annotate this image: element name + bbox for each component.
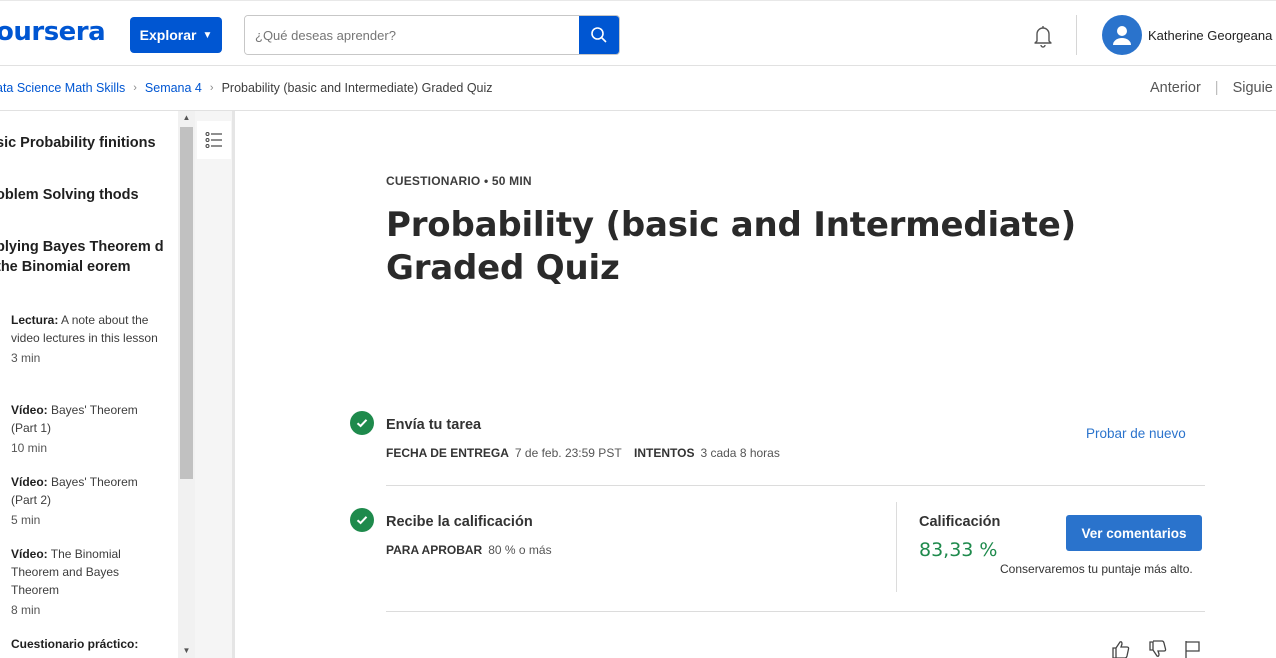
previous-link[interactable]: Anterior (1150, 80, 1201, 96)
check-circle-icon (350, 411, 374, 435)
divider (386, 485, 1205, 486)
scroll-down-arrow-icon[interactable]: ▼ (178, 644, 195, 658)
view-feedback-button[interactable]: Ver comentarios (1066, 515, 1202, 551)
item-type: Vídeo: (11, 547, 48, 561)
sidebar-item[interactable]: Lectura: A note about the video lectures… (11, 311, 161, 367)
item-type: Vídeo: (11, 403, 48, 417)
sidebar-section-title[interactable]: oblem Solving thods (0, 185, 166, 205)
user-icon (1113, 26, 1131, 45)
attempts: INTENTOS 3 cada 8 horas (634, 446, 780, 460)
page-title: Probability (basic and Intermediate) Gra… (386, 205, 1076, 288)
list-icon (205, 132, 222, 148)
prev-next-nav: Anterior | Siguie (1150, 80, 1273, 96)
breadcrumb-course[interactable]: ata Science Math Skills (0, 81, 125, 95)
header-divider (1076, 15, 1077, 55)
keep-highest-note: Conservaremos tu puntaje más alto. (1000, 562, 1193, 576)
nav-separator: | (1214, 80, 1219, 96)
item-duration: 5 min (11, 513, 41, 527)
notifications-bell-icon[interactable] (1030, 23, 1056, 49)
toc-column (195, 111, 235, 658)
explore-button-label: Explorar (139, 27, 197, 43)
sidebar-item[interactable]: Vídeo: Bayes' Theorem (Part 1) 10 min (11, 401, 161, 457)
due-label: FECHA DE ENTREGA (386, 446, 509, 460)
grade-title: Recibe la calificación (386, 514, 533, 530)
search-bar (244, 15, 620, 55)
flag-icon[interactable] (1183, 640, 1203, 658)
sidebar-item[interactable]: Vídeo: Bayes' Theorem (Part 2) 5 min (11, 473, 161, 529)
pass-requirement: PARA APROBAR 80 % o más (386, 543, 552, 557)
breadcrumb: ata Science Math Skills › Semana 4 › Pro… (0, 81, 493, 95)
item-duration: 8 min (11, 603, 41, 617)
chevron-right-icon: › (209, 82, 214, 94)
search-icon (591, 27, 607, 43)
pass-value: 80 % o más (488, 543, 552, 557)
search-button[interactable] (579, 16, 619, 54)
explore-button[interactable]: Explorar ▼ (130, 17, 222, 53)
thumbs-down-icon[interactable] (1148, 640, 1168, 658)
quiz-kicker: CUESTIONARIO • 50 MIN (386, 174, 532, 188)
sidebar-section-title[interactable]: sic Probability finitions (0, 133, 166, 153)
due-date: FECHA DE ENTREGA 7 de feb. 23:59 PST (386, 446, 622, 460)
grade-label: Calificación (919, 514, 1001, 530)
chevron-down-icon: ▼ (202, 29, 213, 41)
next-link[interactable]: Siguie (1233, 80, 1273, 96)
item-type: Cuestionario práctico: (11, 637, 139, 651)
chevron-right-icon: › (133, 82, 137, 94)
breadcrumb-week[interactable]: Semana 4 (145, 81, 202, 95)
pass-label: PARA APROBAR (386, 543, 483, 557)
item-type: Lectura: (11, 313, 59, 327)
thumbs-up-icon[interactable] (1111, 640, 1131, 658)
scroll-up-arrow-icon[interactable]: ▲ (178, 111, 195, 125)
sidebar-section-title[interactable]: plying Bayes Theorem d the Binomial eore… (0, 237, 166, 277)
coursera-logo[interactable]: oursera (0, 17, 106, 47)
vertical-divider (896, 502, 897, 592)
attempts-value: 3 cada 8 horas (700, 446, 780, 460)
breadcrumb-current: Probability (basic and Intermediate) Gra… (221, 81, 493, 95)
item-type: Vídeo: (11, 475, 48, 489)
top-header: oursera Explorar ▼ Katherine Georgeana . (0, 0, 1276, 66)
avatar[interactable] (1102, 15, 1142, 55)
sidebar-item[interactable]: Cuestionario práctico: (11, 635, 161, 653)
sidebar-item[interactable]: Vídeo: The Binomial Theorem and Bayes Th… (11, 545, 161, 619)
toggle-menu-button[interactable] (197, 121, 231, 159)
scroll-thumb[interactable] (180, 127, 193, 479)
course-sidebar: sic Probability finitions oblem Solving … (0, 111, 178, 658)
grade-value: 83,33 % (919, 539, 998, 561)
attempts-label: INTENTOS (634, 446, 695, 460)
retry-link[interactable]: Probar de nuevo (1086, 426, 1186, 441)
due-value: 7 de feb. 23:59 PST (514, 446, 622, 460)
sidebar-scrollbar[interactable]: ▲ ▼ (178, 111, 195, 658)
search-input[interactable] (245, 16, 581, 54)
item-duration: 3 min (11, 351, 41, 365)
submit-title: Envía tu tarea (386, 417, 482, 433)
item-duration: 10 min (11, 441, 48, 455)
check-circle-icon (350, 508, 374, 532)
breadcrumb-bar: ata Science Math Skills › Semana 4 › Pro… (0, 66, 1276, 111)
divider (386, 611, 1205, 612)
user-name[interactable]: Katherine Georgeana . (1148, 28, 1276, 43)
